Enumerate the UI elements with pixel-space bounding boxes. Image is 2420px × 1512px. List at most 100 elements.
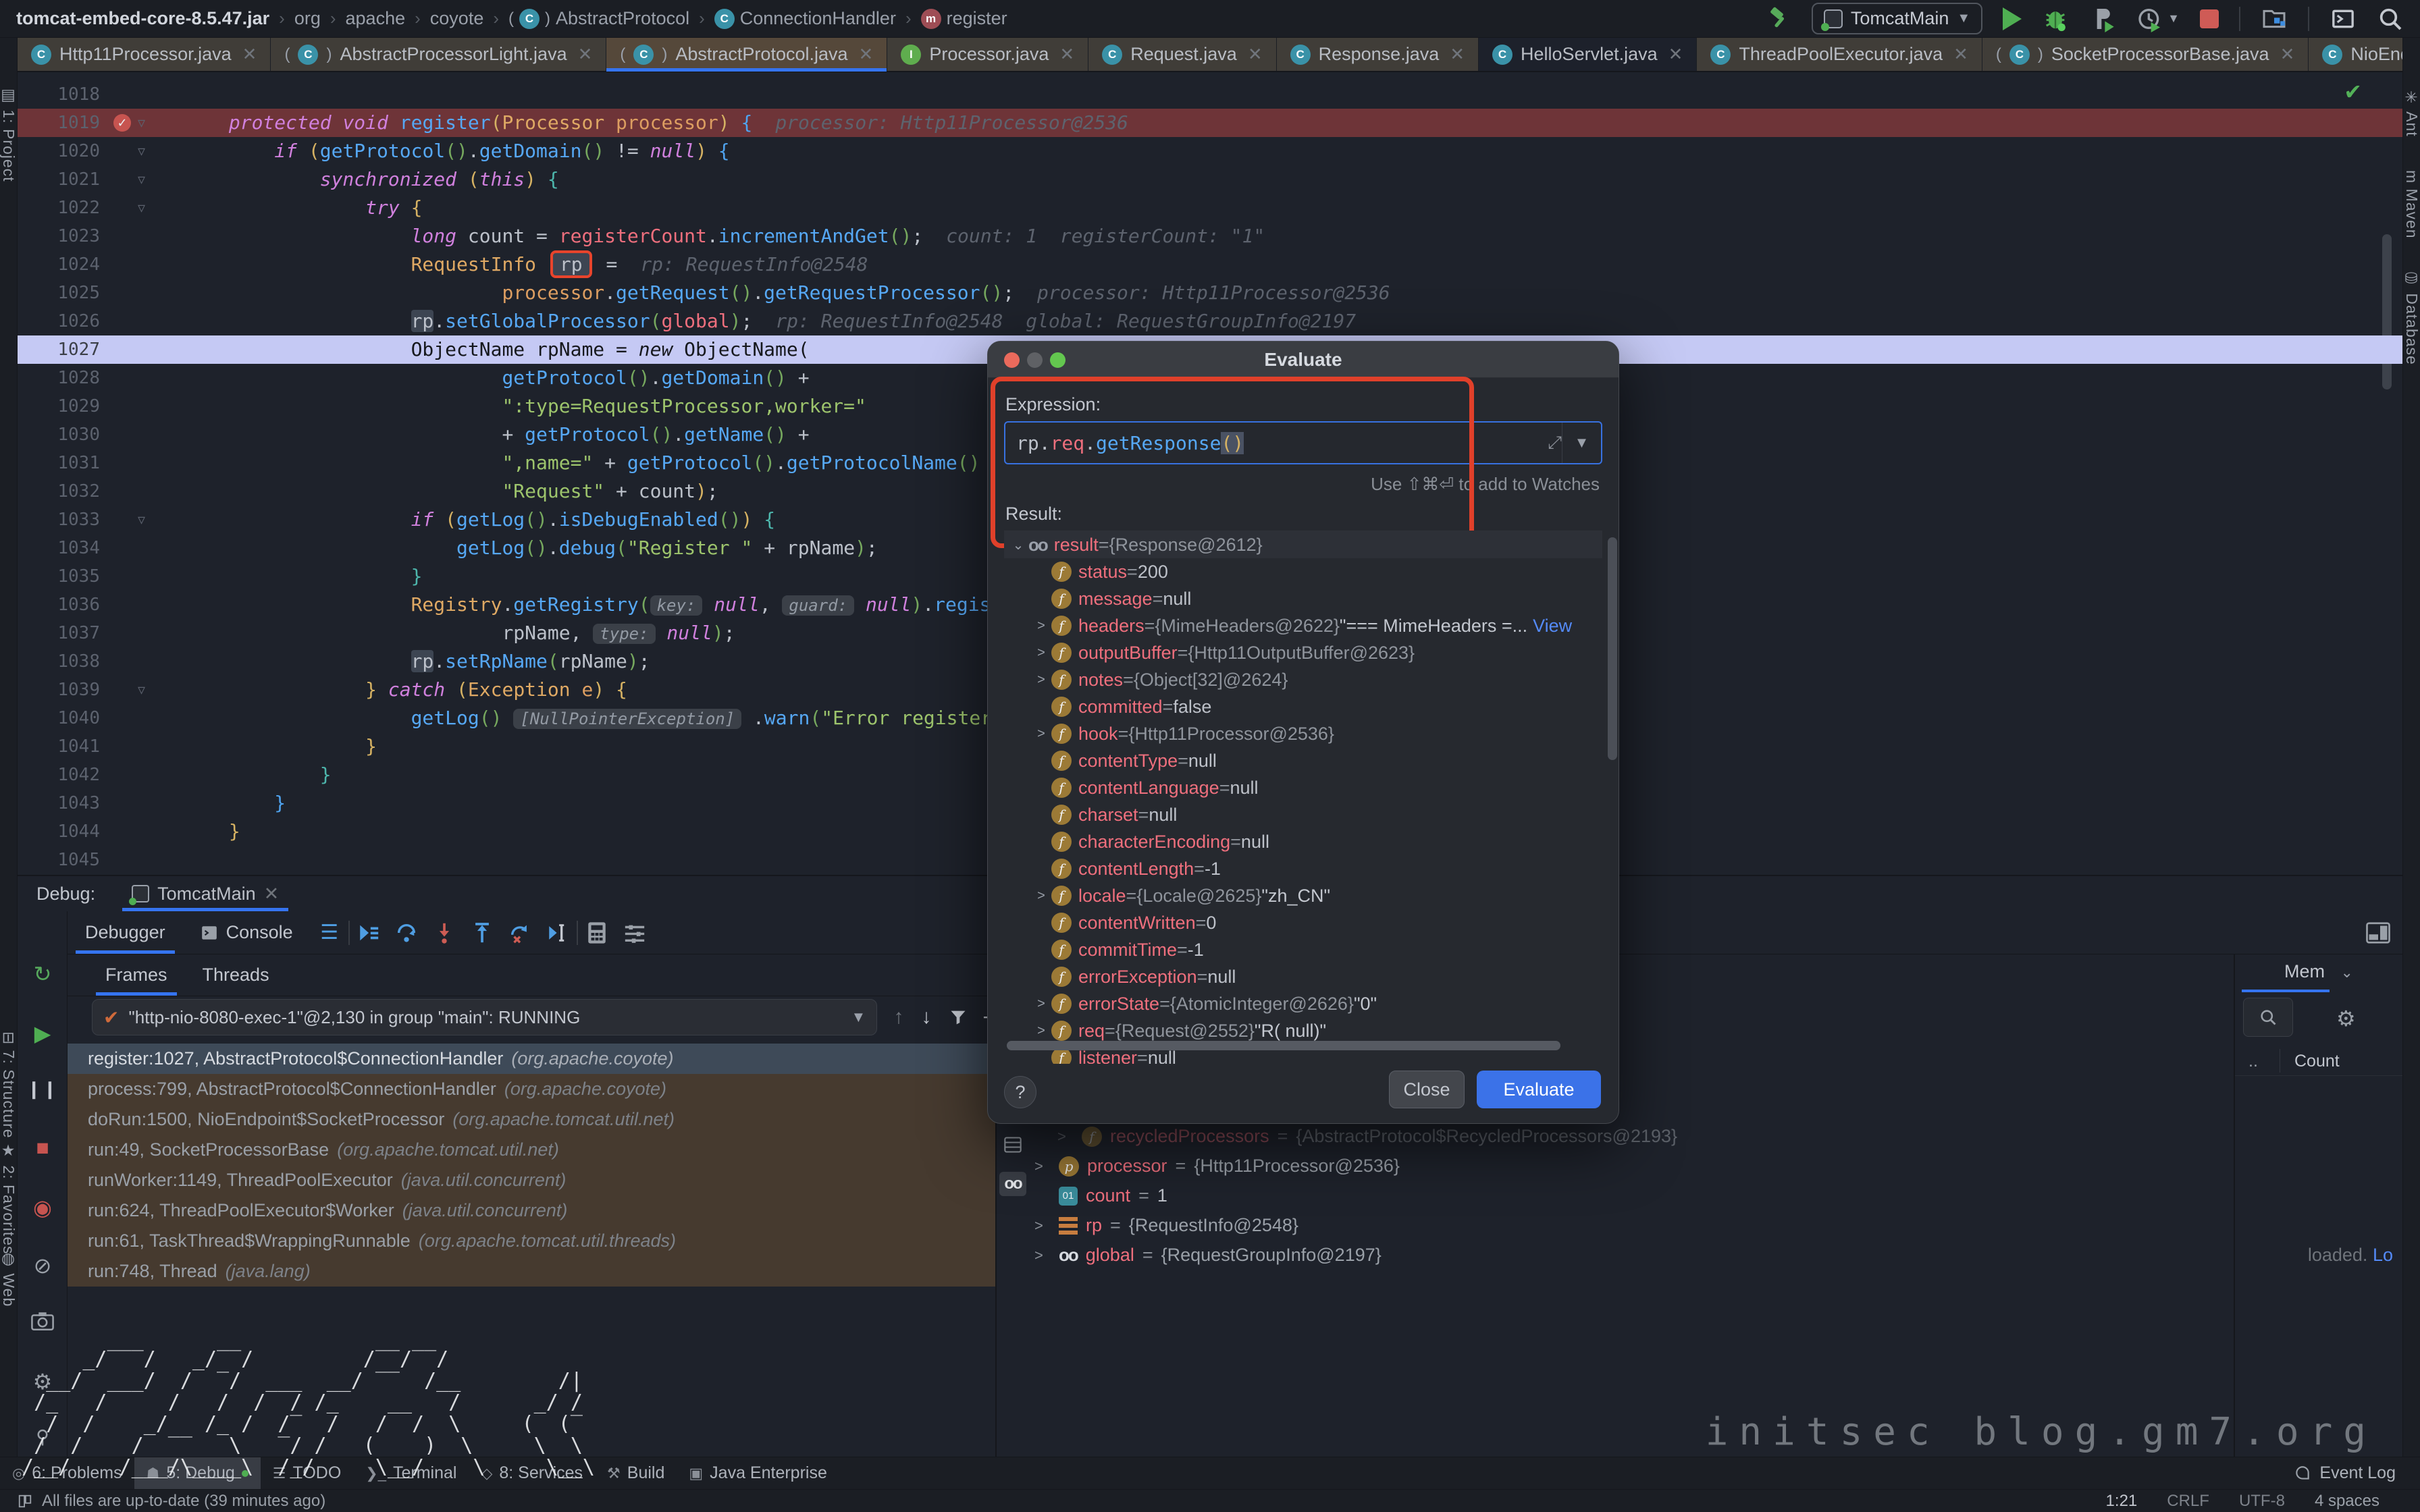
result-tree-row[interactable]: fcommitTime = -1	[1004, 936, 1602, 963]
mute-breakpoints-button[interactable]: ⊘	[18, 1253, 68, 1278]
stop-button[interactable]	[2200, 9, 2219, 28]
breadcrumb-item[interactable]: apache	[346, 8, 406, 29]
stripe-structure[interactable]: ⊟ 7: Structure	[0, 1031, 18, 1139]
breadcrumb-item[interactable]: (C)AbstractProtocol	[508, 8, 689, 29]
coverage-button[interactable]	[2089, 5, 2116, 32]
stripe-web[interactable]: ◍ Web	[0, 1250, 18, 1307]
stripe-project[interactable]: ▤ 1: Project	[0, 86, 18, 182]
expand-chevron-icon[interactable]: >	[1034, 1247, 1051, 1264]
file-encoding[interactable]: UTF-8	[2239, 1492, 2285, 1511]
show-execution-point-icon[interactable]	[350, 921, 388, 944]
stack-frame-row[interactable]: register:1027, AbstractProtocol$Connecti…	[68, 1044, 995, 1074]
line-number[interactable]: 1023	[18, 222, 107, 250]
stack-frame-row[interactable]: run:624, ThreadPoolExecutor$Worker(java.…	[68, 1195, 995, 1226]
tab-console[interactable]: Console	[183, 911, 311, 954]
line-number[interactable]: 1034	[18, 534, 107, 562]
close-icon[interactable]: ✕	[242, 44, 257, 65]
breadcrumb-jar[interactable]: tomcat-embed-core-8.5.47.jar	[16, 8, 269, 29]
editor-tab[interactable]: CThreadPoolExecutor.java✕	[1697, 38, 1982, 71]
result-tree-row[interactable]: >freq = {Request@2552} "R( null)"	[1004, 1017, 1602, 1044]
result-horizontal-scrollbar[interactable]	[1007, 1041, 1560, 1050]
line-number[interactable]: 1033	[18, 506, 107, 534]
profiler-button[interactable]: ▼	[2136, 5, 2180, 32]
line-number[interactable]: 1043	[18, 789, 107, 817]
stripe-database[interactable]: ⛁ Database	[2403, 270, 2420, 365]
tab-threads[interactable]: Threads	[185, 954, 287, 996]
line-number[interactable]: 1044	[18, 817, 107, 846]
watches-toggle-icon[interactable]: oo	[999, 1172, 1026, 1196]
expression-history-dropdown[interactable]: ▼	[1562, 423, 1601, 463]
stripe-maven[interactable]: m Maven	[2403, 170, 2420, 239]
close-icon[interactable]: ✕	[2280, 44, 2295, 65]
line-number[interactable]: 1036	[18, 591, 107, 619]
result-tree-row[interactable]: >foutputBuffer = {Http11OutputBuffer@262…	[1004, 639, 1602, 666]
variable-row[interactable]: >frecycledProcessors = {AbstractProtocol…	[1057, 1126, 1677, 1147]
memory-load-link[interactable]: Lo	[2373, 1245, 2393, 1265]
event-log-button[interactable]: Event Log	[2294, 1463, 2420, 1483]
fold-marker-icon[interactable]: ▿	[138, 137, 145, 165]
filter-icon[interactable]	[949, 1008, 968, 1027]
result-tree-row[interactable]: >ferrorState = {AtomicInteger@2626} "0"	[1004, 990, 1602, 1017]
thread-dump-button[interactable]	[18, 1311, 68, 1331]
line-number[interactable]: 1025	[18, 279, 107, 307]
editor-tab[interactable]: CResponse.java✕	[1277, 38, 1479, 71]
stack-frame-row[interactable]: run:49, SocketProcessorBase(org.apache.t…	[68, 1135, 995, 1165]
expand-chevron-icon[interactable]: >	[1031, 726, 1051, 742]
close-icon[interactable]: ✕	[1059, 44, 1074, 65]
stripe-ant[interactable]: ✳ Ant	[2403, 89, 2420, 137]
expand-chevron-icon[interactable]: >	[1031, 618, 1051, 634]
result-tree-row[interactable]: fcommitted = false	[1004, 693, 1602, 720]
line-number[interactable]: 1041	[18, 732, 107, 761]
result-tree-row[interactable]: ferrorException = null	[1004, 963, 1602, 990]
breadcrumb-item[interactable]: coyote	[430, 8, 484, 29]
debug-session-tab[interactable]: TomcatMain ✕	[122, 876, 288, 911]
editor-tab[interactable]: (C)AbstractProtocol.java✕	[606, 38, 887, 71]
line-separator[interactable]: CRLF	[2167, 1492, 2209, 1511]
resume-button[interactable]: ▶	[18, 1021, 68, 1046]
terminal-toolwindow-icon[interactable]	[2330, 5, 2357, 32]
code-line-1022[interactable]: 1022▿ try {	[18, 194, 2402, 222]
result-tree-row[interactable]: ⌄ooresult = {Response@2612}	[1004, 531, 1602, 558]
result-tree-row[interactable]: fcontentType = null	[1004, 747, 1602, 774]
build-hammer-icon[interactable]	[1767, 7, 1791, 31]
stack-frame-row[interactable]: run:61, TaskThread$WrappingRunnable(org.…	[68, 1226, 995, 1256]
close-icon[interactable]: ✕	[1668, 44, 1683, 65]
stack-frame-row[interactable]: run:748, Thread(java.lang)	[68, 1256, 995, 1287]
run-to-cursor-icon[interactable]	[539, 921, 577, 944]
result-tree-row[interactable]: fcharacterEncoding = null	[1004, 828, 1602, 855]
frame-down-icon[interactable]: ↓	[921, 1006, 931, 1029]
breadcrumb-item[interactable]: org	[294, 8, 321, 29]
close-button[interactable]: Close	[1389, 1071, 1465, 1108]
code-line-1021[interactable]: 1021▿ synchronized (this) {	[18, 165, 2402, 194]
variable-row[interactable]: >pprocessor = {Http11Processor@2536}	[1034, 1156, 1400, 1177]
memory-settings-gear-icon[interactable]: ⚙	[2336, 1006, 2356, 1031]
line-number[interactable]: 1020	[18, 137, 107, 165]
code-line-1026[interactable]: 1026 rp.setGlobalProcessor(global);rp: R…	[18, 307, 2402, 335]
fold-marker-icon[interactable]: ▿	[138, 676, 145, 704]
line-number[interactable]: 1028	[18, 364, 107, 392]
close-icon[interactable]: ✕	[1450, 44, 1465, 65]
code-line-1020[interactable]: 1020▿ if (getProtocol().getDomain() != n…	[18, 137, 2402, 165]
editor-tab[interactable]: CHttp11Processor.java✕	[18, 38, 271, 71]
result-vertical-scrollbar[interactable]	[1608, 537, 1617, 760]
layout-settings-icon[interactable]: ☰	[311, 921, 348, 944]
fold-marker-icon[interactable]: ▿	[138, 165, 145, 194]
editor-tab[interactable]: IProcessor.java✕	[887, 38, 1088, 71]
editor-tab[interactable]: (C)AbstractProcessorLight.java✕	[271, 38, 606, 71]
close-icon[interactable]: ✕	[859, 44, 874, 65]
result-tree-row[interactable]: fmessage = null	[1004, 585, 1602, 612]
expand-editor-icon[interactable]: ⤢	[1548, 432, 1562, 454]
variable-row[interactable]: >ooglobal = {RequestGroupInfo@2197}	[1034, 1245, 1382, 1266]
run-button[interactable]	[2003, 7, 2022, 30]
editor-tab[interactable]: CRequest.java✕	[1088, 38, 1276, 71]
close-icon[interactable]: ✕	[578, 44, 593, 65]
line-number[interactable]: 1030	[18, 421, 107, 449]
memory-col-count[interactable]: Count	[2294, 1052, 2340, 1071]
line-number[interactable]: 1019	[18, 109, 107, 137]
code-line-1018[interactable]: 1018	[18, 80, 2402, 109]
frame-up-icon[interactable]: ↑	[893, 1006, 903, 1029]
close-icon[interactable]: ✕	[1248, 44, 1263, 65]
step-over-icon[interactable]	[388, 921, 425, 944]
result-tree-row[interactable]: >fheaders = {MimeHeaders@2622} "=== Mime…	[1004, 612, 1602, 639]
result-tree-row[interactable]: fcharset = null	[1004, 801, 1602, 828]
